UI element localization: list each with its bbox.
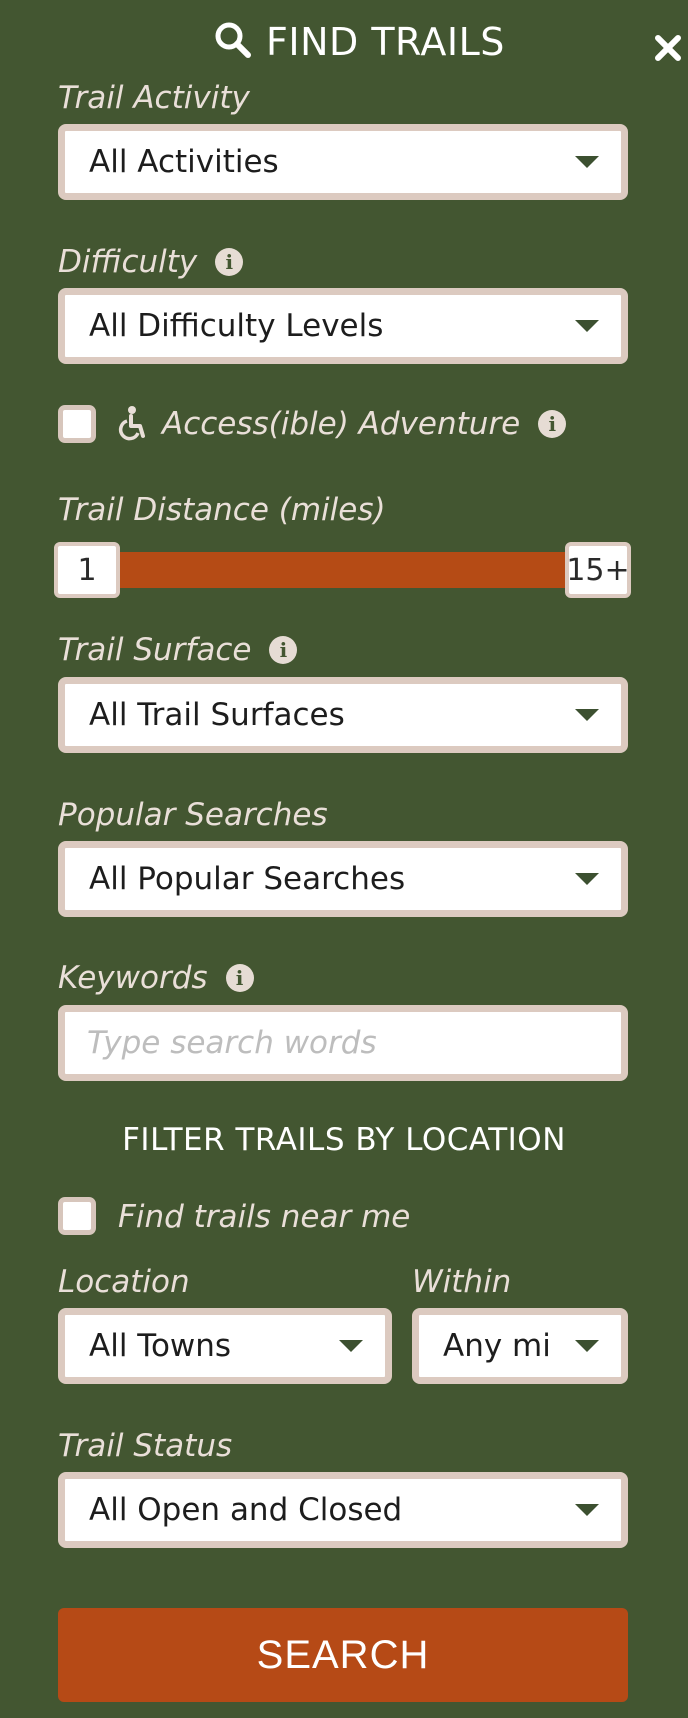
trail-status-select[interactable]: All Open and Closed: [58, 1472, 628, 1548]
accessible-checkbox[interactable]: [58, 405, 96, 443]
trail-status-label: Trail Status: [58, 1426, 232, 1466]
location-select[interactable]: All Towns: [58, 1308, 392, 1384]
location-label-text: Location: [58, 1264, 190, 1300]
trail-status-label-text: Trail Status: [58, 1428, 233, 1464]
trail-surface-label-text: Trail Surface: [58, 632, 252, 668]
trail-surface-value: All Trail Surfaces: [89, 697, 345, 733]
accessible-label-text: Access(ible) Adventure: [162, 406, 521, 442]
info-icon[interactable]: i: [215, 248, 244, 276]
chevron-down-icon: [575, 1340, 599, 1352]
keywords-input[interactable]: [58, 1005, 628, 1081]
search-button[interactable]: SEARCH: [58, 1608, 628, 1702]
near-me-label-text: Find trails near me: [118, 1199, 411, 1235]
popular-searches-value: All Popular Searches: [89, 861, 406, 897]
location-value: All Towns: [89, 1328, 232, 1364]
difficulty-label-text: Difficulty: [58, 244, 198, 280]
chevron-down-icon: [575, 156, 599, 168]
trail-surface-select[interactable]: All Trail Surfaces: [58, 677, 628, 753]
popular-searches-label: Popular Searches: [58, 795, 328, 835]
find-trails-panel: FIND TRAILS Trail Activity All Activitie…: [0, 0, 688, 1718]
within-value: Any mi: [443, 1328, 551, 1364]
difficulty-select[interactable]: All Difficulty Levels: [58, 288, 628, 364]
keywords-label-text: Keywords: [58, 960, 208, 996]
chevron-down-icon: [575, 709, 599, 721]
popular-searches-select[interactable]: All Popular Searches: [58, 841, 628, 917]
distance-label: Trail Distance (miles): [58, 490, 386, 530]
close-icon[interactable]: [654, 34, 684, 64]
trail-activity-value: All Activities: [89, 144, 279, 180]
distance-label-text: Trail Distance (miles): [58, 492, 386, 528]
chevron-down-icon: [575, 320, 599, 332]
keywords-label: Keywords i: [58, 958, 254, 998]
info-icon[interactable]: i: [225, 964, 254, 992]
distance-max-value: 15+: [566, 552, 630, 588]
page-title: FIND TRAILS: [266, 20, 505, 64]
difficulty-value: All Difficulty Levels: [89, 308, 384, 344]
info-icon[interactable]: i: [538, 410, 567, 438]
near-me-label: Find trails near me: [118, 1197, 410, 1237]
distance-slider-track[interactable]: [100, 552, 580, 588]
trail-activity-label: Trail Activity: [58, 78, 250, 118]
distance-min-value: 1: [77, 552, 97, 588]
wheelchair-icon: [118, 406, 148, 442]
search-icon: [214, 21, 252, 63]
distance-max-handle[interactable]: 15+: [565, 542, 631, 598]
accessible-label: Access(ible) Adventure i: [118, 404, 567, 444]
chevron-down-icon: [575, 873, 599, 885]
within-label: Within: [412, 1262, 511, 1302]
trail-status-value: All Open and Closed: [89, 1492, 403, 1528]
within-label-text: Within: [412, 1264, 512, 1300]
trail-surface-label: Trail Surface i: [58, 630, 298, 670]
difficulty-label: Difficulty i: [58, 242, 244, 282]
header-title-wrap: FIND TRAILS: [214, 12, 505, 72]
chevron-down-icon: [575, 1504, 599, 1516]
info-icon[interactable]: i: [269, 636, 298, 664]
location-label: Location: [58, 1262, 190, 1302]
panel-header: FIND TRAILS: [0, 12, 688, 72]
chevron-down-icon: [339, 1340, 363, 1352]
popular-searches-label-text: Popular Searches: [58, 797, 328, 833]
within-select[interactable]: Any mi: [412, 1308, 628, 1384]
trail-activity-label-text: Trail Activity: [58, 80, 250, 116]
distance-min-handle[interactable]: 1: [54, 542, 120, 598]
location-section-title: FILTER TRAILS BY LOCATION: [122, 1122, 566, 1158]
trail-activity-select[interactable]: All Activities: [58, 124, 628, 200]
near-me-checkbox[interactable]: [58, 1197, 96, 1235]
